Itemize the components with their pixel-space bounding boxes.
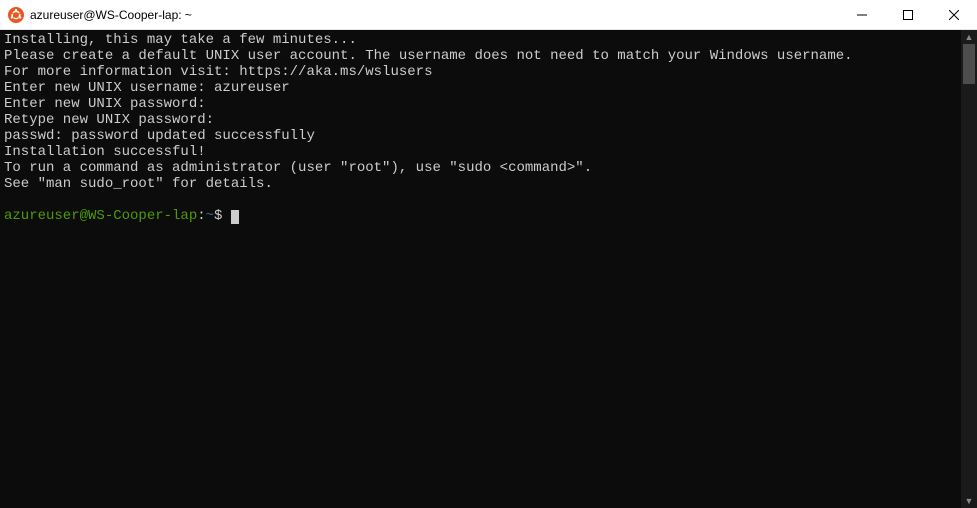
maximize-button[interactable] — [885, 0, 931, 30]
terminal-line: passwd: password updated successfully — [4, 128, 315, 144]
ubuntu-icon — [8, 7, 24, 23]
minimize-button[interactable] — [839, 0, 885, 30]
terminal-line: To run a command as administrator (user … — [4, 160, 592, 176]
prompt-symbol: $ — [214, 208, 222, 224]
scrollbar-thumb[interactable] — [963, 44, 975, 84]
terminal-line: Installing, this may take a few minutes.… — [4, 32, 357, 48]
terminal-line: Enter new UNIX username: azureuser — [4, 80, 290, 96]
terminal-line: See "man sudo_root" for details. — [4, 176, 273, 192]
terminal-container: Installing, this may take a few minutes.… — [0, 30, 977, 508]
terminal-line: Enter new UNIX password: — [4, 96, 206, 112]
terminal-line: Retype new UNIX password: — [4, 112, 214, 128]
prompt-userhost: azureuser@WS-Cooper-lap — [4, 208, 197, 224]
prompt-colon: : — [197, 208, 205, 224]
close-button[interactable] — [931, 0, 977, 30]
terminal-line: Installation successful! — [4, 144, 206, 160]
titlebar: azureuser@WS-Cooper-lap: ~ — [0, 0, 977, 30]
terminal[interactable]: Installing, this may take a few minutes.… — [0, 30, 961, 508]
terminal-line: For more information visit: https://aka.… — [4, 64, 432, 80]
prompt-path: ~ — [206, 208, 214, 224]
terminal-line: Please create a default UNIX user accoun… — [4, 48, 853, 64]
titlebar-controls — [839, 0, 977, 30]
cursor — [231, 210, 239, 224]
scrollbar-up-icon[interactable]: ▲ — [961, 30, 977, 44]
titlebar-left: azureuser@WS-Cooper-lap: ~ — [0, 7, 839, 23]
scrollbar-down-icon[interactable]: ▼ — [961, 494, 977, 508]
window-title: azureuser@WS-Cooper-lap: ~ — [30, 8, 192, 22]
scrollbar[interactable]: ▲ ▼ — [961, 30, 977, 508]
